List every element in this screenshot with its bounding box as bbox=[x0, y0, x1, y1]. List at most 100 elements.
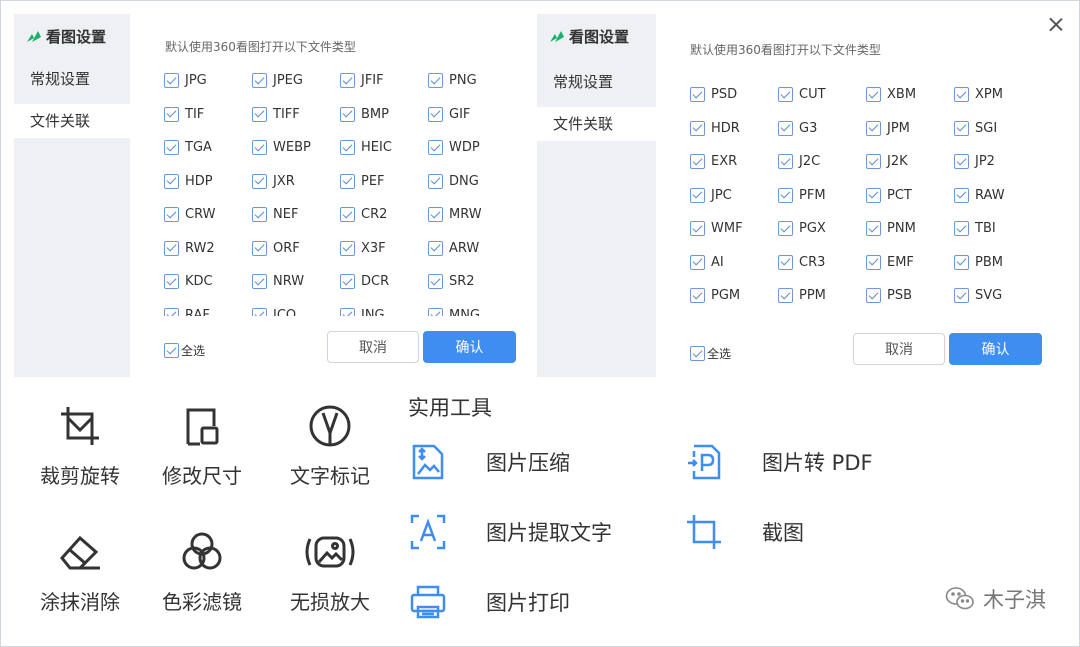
file-type-checkbox[interactable] bbox=[164, 140, 179, 156]
file-type-checkbox[interactable] bbox=[690, 87, 705, 103]
file-type-option[interactable]: X3F bbox=[340, 232, 428, 266]
file-type-option[interactable]: DCR bbox=[340, 265, 428, 299]
file-type-option[interactable]: ORF bbox=[252, 232, 340, 266]
tool-color-filter[interactable]: 色彩滤镜 bbox=[152, 526, 252, 615]
tool-text-mark[interactable]: 文字标记 bbox=[280, 400, 380, 489]
file-type-checkbox[interactable] bbox=[340, 207, 355, 223]
confirm-button[interactable]: 确认 bbox=[423, 331, 516, 363]
file-type-checkbox[interactable] bbox=[690, 120, 705, 136]
file-type-option[interactable]: PCT bbox=[866, 179, 954, 213]
file-type-option[interactable]: AI bbox=[690, 246, 778, 280]
file-type-checkbox[interactable] bbox=[778, 87, 793, 103]
file-type-checkbox[interactable] bbox=[252, 73, 267, 89]
file-type-option[interactable]: EXR bbox=[690, 145, 778, 179]
file-type-checkbox[interactable] bbox=[866, 221, 881, 237]
file-type-option[interactable]: XPM bbox=[954, 78, 1042, 112]
file-type-option[interactable]: CRW bbox=[164, 198, 252, 232]
file-type-checkbox[interactable] bbox=[340, 140, 355, 156]
file-type-checkbox[interactable] bbox=[428, 106, 443, 122]
close-icon[interactable] bbox=[1047, 16, 1065, 34]
file-type-option[interactable]: CR2 bbox=[340, 198, 428, 232]
file-type-checkbox[interactable] bbox=[690, 288, 705, 304]
file-type-option[interactable]: WDP bbox=[428, 131, 516, 165]
file-type-checkbox[interactable] bbox=[778, 120, 793, 136]
file-type-option[interactable]: TBI bbox=[954, 212, 1042, 246]
select-all-checkbox[interactable] bbox=[164, 343, 179, 358]
file-type-checkbox[interactable] bbox=[866, 288, 881, 304]
file-type-option[interactable]: CUT bbox=[778, 78, 866, 112]
file-type-option[interactable]: XBM bbox=[866, 78, 954, 112]
file-type-option[interactable]: PSB bbox=[866, 279, 954, 313]
file-type-option[interactable]: PSD bbox=[690, 78, 778, 112]
nav-file-association[interactable]: 文件关联 bbox=[14, 104, 130, 138]
file-type-checkbox[interactable] bbox=[340, 106, 355, 122]
nav-general-settings[interactable]: 常规设置 bbox=[14, 62, 130, 96]
file-type-option[interactable]: JPEG bbox=[252, 64, 340, 98]
file-type-option[interactable]: RAW bbox=[954, 179, 1042, 213]
file-type-option[interactable]: WMF bbox=[690, 212, 778, 246]
file-type-checkbox[interactable] bbox=[866, 254, 881, 270]
file-type-checkbox[interactable] bbox=[252, 207, 267, 223]
file-type-checkbox[interactable] bbox=[954, 87, 969, 103]
file-type-option[interactable]: JNG bbox=[340, 299, 428, 316]
file-type-option[interactable]: MNG bbox=[428, 299, 516, 316]
file-type-checkbox[interactable] bbox=[428, 140, 443, 156]
file-type-option[interactable]: ICO bbox=[252, 299, 340, 316]
file-type-checkbox[interactable] bbox=[164, 307, 179, 316]
file-type-checkbox[interactable] bbox=[252, 307, 267, 316]
file-type-checkbox[interactable] bbox=[428, 207, 443, 223]
file-type-option[interactable]: PNG bbox=[428, 64, 516, 98]
file-type-checkbox[interactable] bbox=[252, 274, 267, 290]
file-type-checkbox[interactable] bbox=[428, 240, 443, 256]
file-type-checkbox[interactable] bbox=[252, 240, 267, 256]
tool-upscale[interactable]: 无损放大 bbox=[280, 526, 380, 615]
file-type-checkbox[interactable] bbox=[954, 154, 969, 170]
file-type-option[interactable]: PBM bbox=[954, 246, 1042, 280]
file-type-option[interactable]: ARW bbox=[428, 232, 516, 266]
file-type-option[interactable]: SR2 bbox=[428, 265, 516, 299]
file-type-checkbox[interactable] bbox=[690, 187, 705, 203]
util-image-to-pdf[interactable]: 图片转 PDF bbox=[684, 442, 873, 482]
util-print[interactable]: 图片打印 bbox=[408, 582, 570, 622]
file-type-checkbox[interactable] bbox=[252, 140, 267, 156]
file-type-option[interactable]: PEF bbox=[340, 165, 428, 199]
tool-crop-rotate[interactable]: 裁剪旋转 bbox=[30, 400, 130, 489]
file-type-checkbox[interactable] bbox=[778, 154, 793, 170]
file-type-option[interactable]: PGX bbox=[778, 212, 866, 246]
file-type-checkbox[interactable] bbox=[428, 307, 443, 316]
tool-resize[interactable]: 修改尺寸 bbox=[152, 400, 252, 489]
file-type-option[interactable]: WEBP bbox=[252, 131, 340, 165]
file-type-option[interactable]: J2K bbox=[866, 145, 954, 179]
file-type-option[interactable]: HEIC bbox=[340, 131, 428, 165]
file-type-checkbox[interactable] bbox=[690, 221, 705, 237]
file-type-checkbox[interactable] bbox=[778, 187, 793, 203]
file-type-checkbox[interactable] bbox=[164, 73, 179, 89]
file-type-option[interactable]: MRW bbox=[428, 198, 516, 232]
file-type-option[interactable]: BMP bbox=[340, 98, 428, 132]
file-type-option[interactable]: SVG bbox=[954, 279, 1042, 313]
file-type-option[interactable]: NEF bbox=[252, 198, 340, 232]
file-type-option[interactable]: RW2 bbox=[164, 232, 252, 266]
file-type-option[interactable]: JP2 bbox=[954, 145, 1042, 179]
file-type-checkbox[interactable] bbox=[340, 240, 355, 256]
file-type-option[interactable]: PPM bbox=[778, 279, 866, 313]
file-type-checkbox[interactable] bbox=[252, 173, 267, 189]
file-type-option[interactable]: PGM bbox=[690, 279, 778, 313]
file-type-checkbox[interactable] bbox=[340, 73, 355, 89]
cancel-button[interactable]: 取消 bbox=[327, 331, 419, 363]
file-type-option[interactable]: EMF bbox=[866, 246, 954, 280]
file-type-checkbox[interactable] bbox=[866, 154, 881, 170]
file-type-checkbox[interactable] bbox=[164, 106, 179, 122]
file-type-checkbox[interactable] bbox=[954, 187, 969, 203]
file-type-option[interactable]: JPC bbox=[690, 179, 778, 213]
file-type-option[interactable]: SGI bbox=[954, 112, 1042, 146]
file-type-option[interactable]: J2C bbox=[778, 145, 866, 179]
file-type-checkbox[interactable] bbox=[340, 274, 355, 290]
file-type-option[interactable]: G3 bbox=[778, 112, 866, 146]
select-all[interactable]: 全选 bbox=[690, 345, 731, 362]
file-type-option[interactable]: TGA bbox=[164, 131, 252, 165]
file-type-checkbox[interactable] bbox=[866, 120, 881, 136]
file-type-option[interactable]: JPG bbox=[164, 64, 252, 98]
file-type-checkbox[interactable] bbox=[954, 288, 969, 304]
file-type-checkbox[interactable] bbox=[428, 274, 443, 290]
